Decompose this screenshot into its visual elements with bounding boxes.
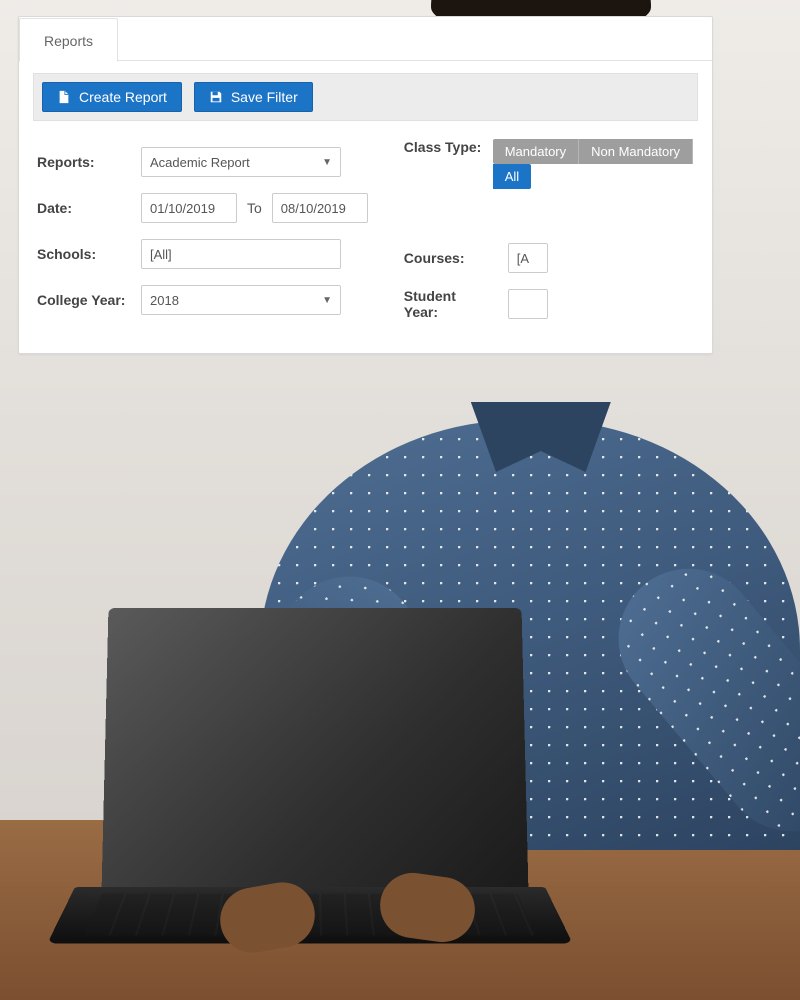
courses-input[interactable] bbox=[508, 243, 548, 273]
reports-label: Reports: bbox=[37, 154, 133, 170]
save-filter-button[interactable]: Save Filter bbox=[194, 82, 313, 112]
class-type-option-all[interactable]: All bbox=[493, 164, 531, 189]
button-label: Save Filter bbox=[231, 89, 298, 105]
college-year-select[interactable]: 2018 ▼ bbox=[141, 285, 341, 315]
report-type-select[interactable]: Academic Report ▼ bbox=[141, 147, 341, 177]
class-type-label: Class Type: bbox=[404, 139, 485, 155]
filters-form: Reports: Academic Report ▼ Date: To Scho… bbox=[19, 139, 712, 353]
chevron-down-icon: ▼ bbox=[322, 295, 332, 306]
create-report-button[interactable]: Create Report bbox=[42, 82, 182, 112]
tab-reports[interactable]: Reports bbox=[19, 18, 118, 62]
document-icon bbox=[57, 90, 71, 104]
toolbar: Create Report Save Filter bbox=[33, 73, 698, 121]
tab-bar: Reports bbox=[19, 17, 712, 61]
schools-input[interactable] bbox=[141, 239, 341, 269]
date-label: Date: bbox=[37, 200, 133, 216]
student-year-label: StudentYear: bbox=[404, 288, 500, 320]
schools-label: Schools: bbox=[37, 246, 133, 262]
reports-panel: Reports Create Report Save Filter Report… bbox=[18, 16, 713, 354]
date-to-input[interactable] bbox=[272, 193, 368, 223]
class-type-toggle: Mandatory Non Mandatory All bbox=[493, 139, 694, 189]
college-year-label: College Year: bbox=[37, 292, 133, 308]
tab-label: Reports bbox=[44, 33, 93, 49]
courses-label: Courses: bbox=[404, 250, 500, 266]
chevron-down-icon: ▼ bbox=[322, 157, 332, 168]
date-from-input[interactable] bbox=[141, 193, 237, 223]
save-icon bbox=[209, 90, 223, 104]
button-label: Create Report bbox=[79, 89, 167, 105]
student-year-input[interactable] bbox=[508, 289, 548, 319]
laptop-illustration bbox=[105, 605, 525, 995]
class-type-option-mandatory[interactable]: Mandatory bbox=[493, 139, 579, 164]
class-type-option-non-mandatory[interactable]: Non Mandatory bbox=[579, 139, 693, 164]
select-value: 2018 bbox=[150, 293, 179, 308]
select-value: Academic Report bbox=[150, 155, 250, 170]
date-to-label: To bbox=[245, 200, 264, 216]
